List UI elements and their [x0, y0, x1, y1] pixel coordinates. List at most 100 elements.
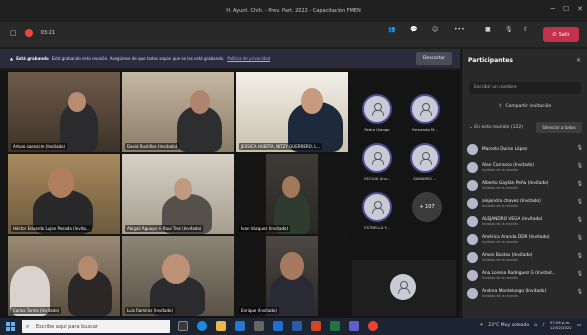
video-tile[interactable]: Arturo saenzcm (Invitado): [8, 72, 120, 152]
mic-button[interactable]: 🎙: [505, 26, 513, 33]
participant-name: SAMARES ...: [413, 176, 437, 181]
participant-role: Invitado de la reunión: [482, 203, 519, 208]
taskbar-search-input[interactable]: ⌕ Escribe aquí para buscar: [22, 320, 170, 333]
store-icon[interactable]: [254, 321, 264, 331]
participant-name: Arturo saenzcm (Invitado): [11, 143, 68, 150]
gallery-participant[interactable]: CECILIA (Inv...: [362, 143, 392, 181]
people-icon: 👥: [388, 26, 396, 33]
window-title: H. Ayunt. Chih. - Prev. Part. 2022 - Cap…: [226, 8, 361, 14]
close-icon[interactable]: ✕: [577, 5, 583, 13]
avatar: [467, 143, 478, 155]
network-icon[interactable]: ⌂: [534, 323, 537, 328]
list-item[interactable]: Marcelo Duran López 🎙: [467, 140, 585, 158]
self-view-tile[interactable]: [352, 260, 456, 316]
video-tile[interactable]: Héctor Eduardo Lujan Posada (Invita...: [8, 154, 120, 234]
video-tile[interactable]: JESSICA HUERTA, NITZY GUERRERO, L...: [236, 72, 348, 152]
more-button[interactable]: •••: [454, 26, 465, 33]
camera-icon: ■: [485, 26, 491, 33]
recording-banner: ▲ Está grabando Está grabando esta reuni…: [0, 49, 460, 68]
avatar: [362, 94, 392, 124]
avatar: [362, 192, 392, 222]
avatar: [467, 269, 478, 281]
maximize-icon[interactable]: ☐: [563, 5, 569, 13]
minimize-icon[interactable]: ─: [551, 5, 555, 13]
gallery-participant[interactable]: Pedro Ulango: [362, 94, 392, 132]
list-item[interactable]: Alan Carrasco (Invitado) Invitado de la r…: [467, 158, 585, 176]
participant-search-input[interactable]: Escribir un nombre: [469, 82, 581, 94]
avatar: [467, 197, 478, 209]
list-item[interactable]: Amon Bustos (Invitado) Invitado de la reu…: [467, 248, 585, 266]
list-item[interactable]: alejandra chavez (Invitado) Invitado de l…: [467, 194, 585, 212]
privacy-policy-link[interactable]: Política de privacidad: [227, 56, 270, 61]
file-explorer-icon[interactable]: [216, 321, 226, 331]
outlook-icon[interactable]: [273, 321, 283, 331]
more-participants-button[interactable]: + 107: [412, 192, 442, 222]
participant-name: Pedro Ulango: [364, 127, 390, 132]
camera-button[interactable]: ■: [485, 26, 491, 33]
gallery-participant[interactable]: ESTRELLA Y...: [362, 192, 392, 230]
in-meeting-header[interactable]: ⌄ En esta reunión (122): [469, 125, 523, 130]
edge-icon[interactable]: [197, 321, 207, 331]
list-item[interactable]: América Aranda DDR (Invitado) Invitado de…: [467, 230, 585, 248]
leave-label: Salir: [558, 31, 570, 38]
participant-role: Invitado de la reunión: [482, 293, 519, 298]
volume-icon[interactable]: ♪: [542, 323, 545, 328]
people-button[interactable]: 👥: [388, 26, 395, 33]
gallery-participant[interactable]: Fernando M...: [410, 94, 440, 132]
participant-role: Invitado de la reunión: [482, 185, 519, 190]
participant-name: CECILIA (Inv...: [363, 176, 391, 181]
avatar: [390, 274, 416, 300]
video-tile[interactable]: Carlos Torres (Invitado): [8, 236, 120, 316]
mic-off-icon: 🎙: [576, 235, 583, 241]
gallery-participant[interactable]: SAMARES ...: [410, 143, 440, 181]
meeting-timer: 03:21: [40, 30, 56, 36]
close-icon[interactable]: ✕: [576, 57, 581, 64]
video-tile[interactable]: Abigail Aguayo + Raul Trez (Invitado): [122, 154, 234, 234]
video-tile[interactable]: David Bustillos (Invitado): [122, 72, 234, 152]
excel-icon[interactable]: [330, 321, 340, 331]
system-tray: ☀ 23°C Muy soleado ⌂ ♪ 07:06 p.m. 12/02/…: [479, 320, 581, 330]
mail-icon[interactable]: [235, 321, 245, 331]
chrome-icon[interactable]: [368, 321, 378, 331]
video-tile[interactable]: Ivan Vazquez (Invitado): [236, 154, 348, 234]
word-icon[interactable]: [292, 321, 302, 331]
clock[interactable]: 07:06 p.m. 12/02/2022: [550, 320, 572, 330]
chevron-down-icon: ⌄: [469, 125, 473, 130]
windows-start-icon[interactable]: [6, 322, 15, 331]
avatar: [467, 287, 478, 299]
share-invite-button[interactable]: ⇪ Compartir invitación: [469, 100, 581, 112]
taskbar-search-placeholder: Escribe aquí para buscar: [36, 323, 98, 330]
participant-name: David Bustillos (Invitado): [125, 143, 180, 150]
reactions-button[interactable]: ☺: [432, 26, 438, 33]
share-icon: ⇧: [523, 26, 529, 33]
list-item[interactable]: Andrea Montelongo (Invitado) Invitado de …: [467, 284, 585, 302]
chat-button[interactable]: 💬: [410, 26, 417, 33]
video-tile[interactable]: Luis Ramirez (Invitado): [122, 236, 234, 316]
notifications-icon[interactable]: ▭: [577, 323, 581, 328]
participants-panel: Participantes ✕ Escribir un nombre ⇪ Com…: [461, 49, 587, 318]
mic-off-icon: 🎙: [576, 199, 583, 205]
leave-button[interactable]: ✆ Salir: [543, 27, 579, 42]
person-icon: [372, 152, 384, 165]
meeting-toolbar: ▢ 03:21 👥 💬 ☺ ••• ■ 🎙 ⇧ ✆ Salir: [0, 22, 587, 47]
dismiss-button[interactable]: Descartar: [416, 52, 452, 65]
participant-name: Héctor Eduardo Lujan Posada (Invita...: [11, 225, 92, 232]
participant-role: Invitado de la reunión: [482, 221, 519, 226]
participant-list: Marcelo Duran López 🎙 Alan Carrasco (Invi…: [467, 140, 585, 302]
panel-title: Participantes: [468, 57, 513, 64]
list-item[interactable]: Alberto Gaytán Peña (Invitado) Invitado d…: [467, 176, 585, 194]
teams-icon[interactable]: [349, 321, 359, 331]
video-tile[interactable]: Enrique (Invitado): [236, 236, 348, 316]
powerpoint-icon[interactable]: [311, 321, 321, 331]
avatar: [410, 143, 440, 173]
list-item[interactable]: Ana Lorena Rodriguez G (Invitad... Invita…: [467, 266, 585, 284]
share-button[interactable]: ⇧: [523, 26, 528, 33]
chat-icon: 💬: [410, 26, 418, 33]
window-controls: ─ ☐ ✕: [551, 5, 583, 13]
task-view-icon[interactable]: [178, 321, 188, 331]
mute-all-button[interactable]: Silenciar a todos: [536, 122, 582, 133]
avatar: [467, 233, 478, 245]
list-item[interactable]: ALEJANDRO VEGA (Invitado) Invitado de la …: [467, 212, 585, 230]
video-stage: Arturo saenzcm (Invitado) David Bustillo…: [0, 70, 460, 318]
search-icon: ⌕: [26, 323, 30, 330]
